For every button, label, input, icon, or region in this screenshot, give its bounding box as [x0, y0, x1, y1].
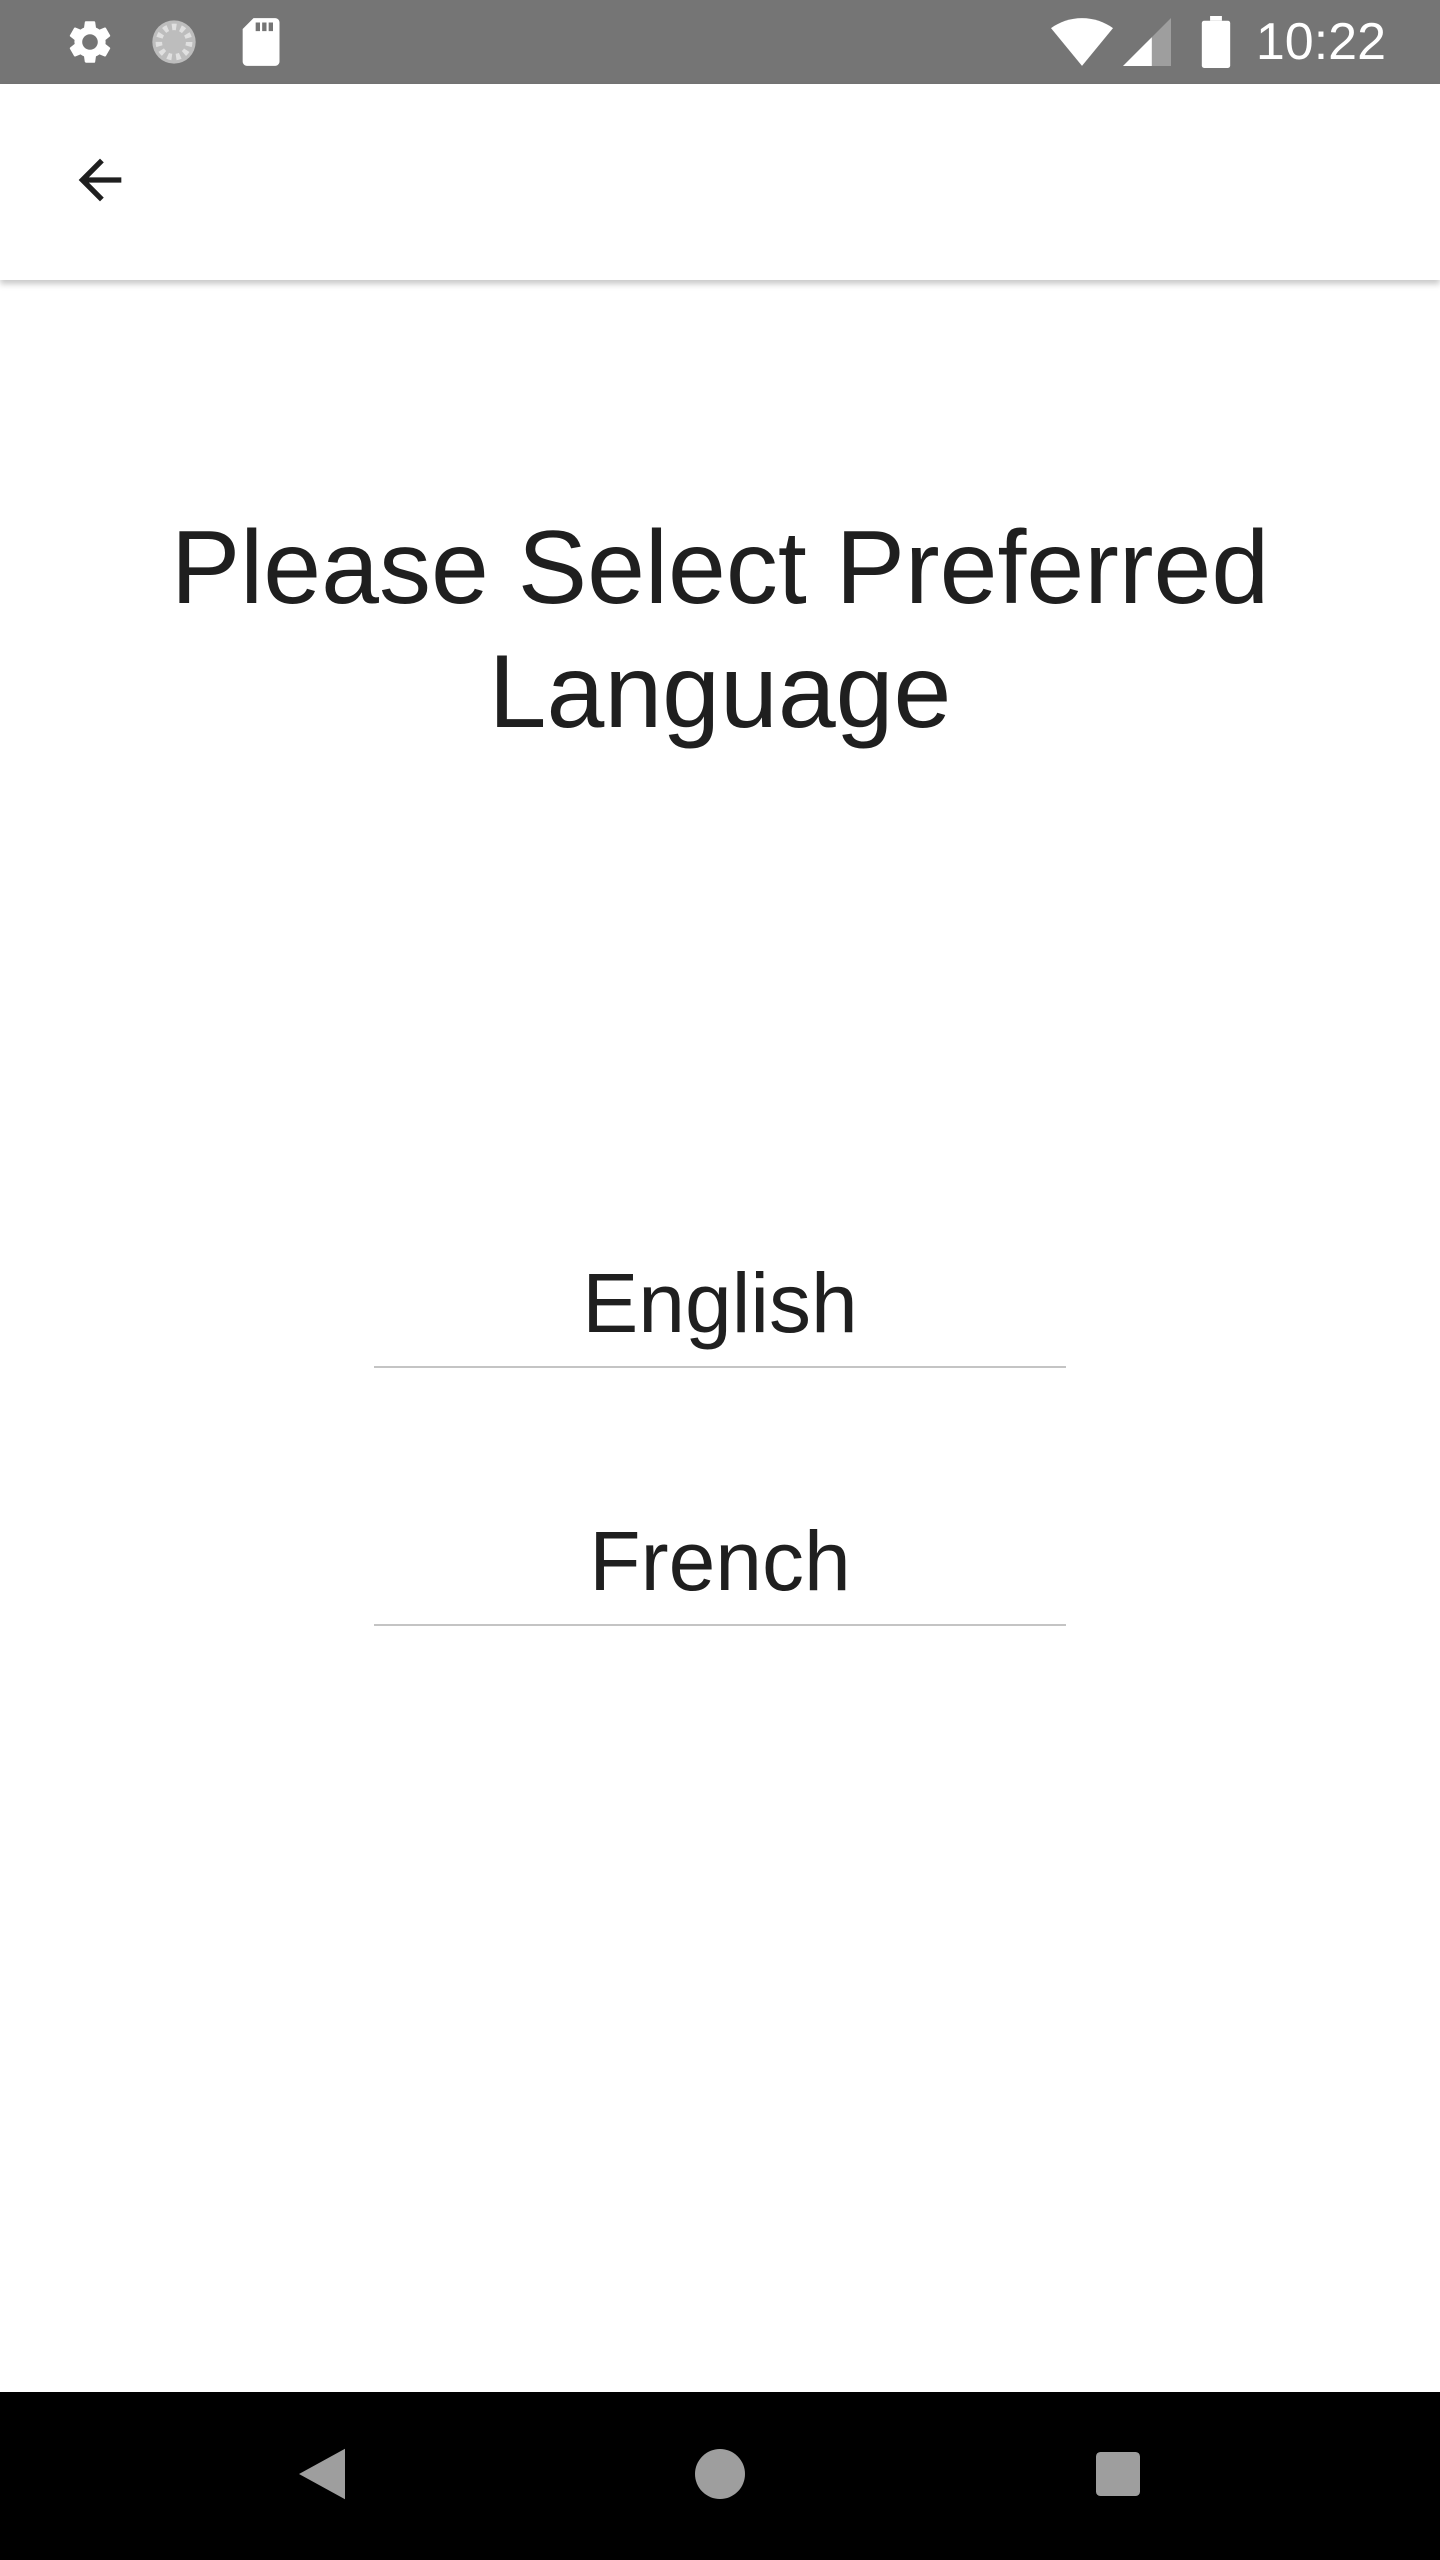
battery-icon — [1196, 0, 1236, 84]
status-bar: 10:22 — [0, 0, 1440, 84]
status-clock: 10:22 — [1255, 13, 1386, 71]
language-option-english[interactable]: English — [374, 1240, 1066, 1368]
arrow-left-icon — [68, 148, 132, 217]
gear-icon — [60, 0, 120, 84]
sync-spinner-icon — [144, 0, 204, 84]
app-bar — [0, 84, 1440, 280]
language-option-french[interactable]: French — [374, 1498, 1066, 1626]
nav-recents-button[interactable] — [1058, 2392, 1178, 2560]
nav-home-button[interactable] — [660, 2392, 780, 2560]
system-nav-bar — [0, 2392, 1440, 2560]
sd-card-icon — [230, 0, 290, 84]
nav-back-button[interactable] — [262, 2392, 382, 2560]
main-content: Please Select Preferred Language English… — [0, 280, 1440, 2392]
page-title: Please Select Preferred Language — [170, 510, 1270, 750]
recents-square-icon — [1096, 2451, 1140, 2501]
wifi-icon — [1050, 0, 1114, 84]
home-circle-icon — [695, 2448, 745, 2504]
cell-signal-icon — [1120, 0, 1174, 84]
back-button[interactable] — [48, 130, 152, 234]
back-triangle-icon — [299, 2448, 345, 2505]
